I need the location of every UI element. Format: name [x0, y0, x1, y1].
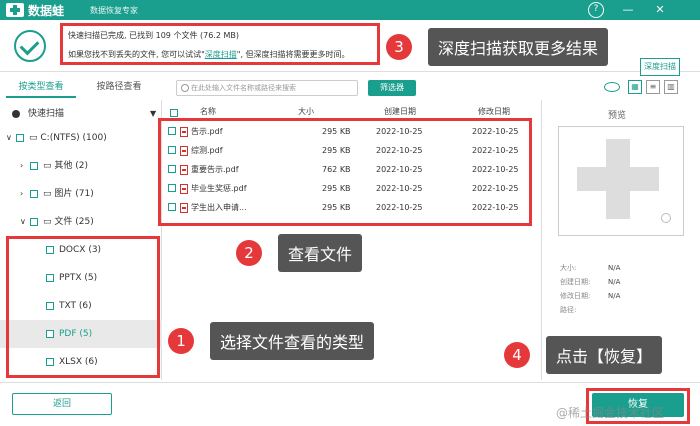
chevron-right-icon: › — [20, 161, 24, 170]
help-icon[interactable]: ? — [588, 2, 604, 18]
drive-icon: ▭ — [29, 133, 41, 143]
callout-view-files: 查看文件 — [278, 234, 363, 272]
search-input[interactable]: 在此处输入文件名称或路径来搜索 — [176, 80, 358, 96]
meta-size: 大小: N/A — [560, 264, 621, 272]
preview-title: 预览 — [608, 111, 627, 121]
grid-view-icon[interactable]: ▦ — [628, 80, 642, 94]
tab-by-path[interactable]: 按路径查看 — [84, 78, 154, 98]
col-created[interactable]: 创建日期 — [384, 106, 416, 117]
app-subtitle: 数据恢复专家 — [90, 6, 138, 15]
app-name: 数据蛙 — [28, 4, 65, 18]
highlight-box-status — [60, 23, 380, 65]
image-icon: ▭ — [43, 189, 55, 199]
radio-icon — [12, 110, 20, 118]
col-name[interactable]: 名称 — [200, 106, 216, 117]
col-modified[interactable]: 修改日期 — [478, 106, 510, 117]
checkmark-icon — [14, 30, 46, 62]
callout-recover: 点击【恢复】 — [546, 336, 663, 374]
back-button[interactable]: 返回 — [12, 393, 112, 415]
checkbox[interactable] — [30, 189, 38, 198]
callout-badge-2: 2 — [236, 240, 262, 266]
chevron-down-icon: ∨ — [6, 133, 12, 142]
meta-modified: 修改日期: N/A — [560, 292, 621, 300]
meta-path: 路径: — [560, 306, 577, 314]
tree-item-pictures[interactable]: › ▭ 图片 (71) — [0, 180, 162, 208]
tree-item-documents[interactable]: ∨ ▭ 文件 (25) — [0, 208, 162, 236]
folder-icon: ▭ — [43, 161, 55, 171]
preview-pane — [558, 126, 684, 236]
app-logo-icon — [6, 3, 24, 17]
tree-item-drive[interactable]: ∨ ▭ C:(NTFS) (100) — [0, 124, 162, 152]
meta-created: 创建日期: N/A — [560, 278, 621, 286]
chevron-right-icon: › — [20, 189, 24, 198]
detail-view-icon[interactable]: ▥ — [664, 80, 678, 94]
callout-deep-scan: 深度扫描获取更多结果 — [428, 28, 609, 66]
list-view-icon[interactable]: ≡ — [646, 80, 660, 94]
tree-item-other[interactable]: › ▭ 其他 (2) — [0, 152, 162, 180]
zoom-icon[interactable] — [661, 213, 671, 223]
checkbox[interactable] — [16, 133, 24, 142]
checkbox[interactable] — [30, 161, 38, 170]
close-icon[interactable]: ✕ — [652, 2, 668, 18]
minimize-icon[interactable]: — — [620, 2, 636, 18]
highlight-box-types — [6, 236, 160, 378]
checkbox[interactable] — [30, 217, 38, 226]
callout-badge-4: 4 — [504, 342, 530, 368]
filter-button[interactable]: 筛选器 — [368, 80, 416, 96]
document-icon: ▭ — [43, 217, 55, 227]
deep-scan-button[interactable]: 深度扫描 — [640, 58, 680, 76]
select-all-checkbox[interactable] — [170, 109, 178, 117]
callout-badge-3: 3 — [386, 34, 412, 60]
view-tabs: 按类型查看 按路径查看 — [0, 78, 162, 98]
watermark: @稀土掘金技术社区 — [556, 406, 665, 420]
col-size[interactable]: 大小 — [298, 106, 314, 117]
eye-icon[interactable] — [604, 82, 620, 92]
title-bar: 数据蛙 数据恢复专家 ? — ✕ — [0, 0, 700, 20]
tab-by-type[interactable]: 按类型查看 — [6, 78, 76, 98]
highlight-box-files — [158, 118, 532, 226]
chevron-down-icon: ∨ — [20, 217, 26, 226]
